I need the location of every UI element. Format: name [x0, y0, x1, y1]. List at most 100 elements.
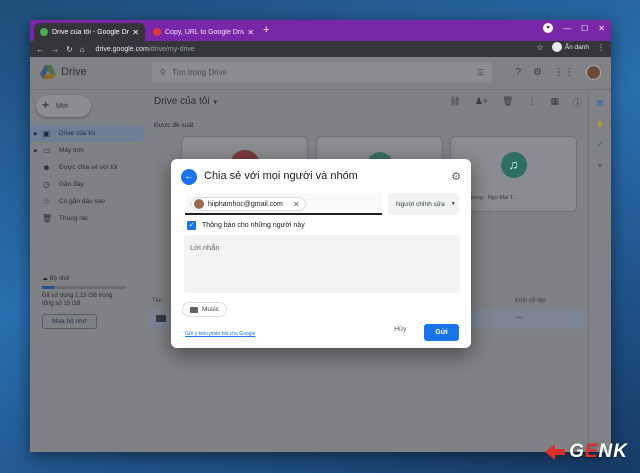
column-name[interactable]: Tên	[152, 298, 162, 304]
new-button-label: Mới	[56, 102, 68, 110]
tab-copy-url[interactable]: Copy, URL to Google Drive ✕	[147, 23, 260, 41]
sidebar-item-label: Thùng rác	[59, 215, 89, 222]
storage-bar-fill	[42, 286, 54, 289]
bookmark-star-icon[interactable]: ☆	[537, 43, 544, 52]
info-icon[interactable]: ⓘ	[573, 96, 582, 109]
dialog-title: Chia sẻ với mọi người và nhóm	[204, 170, 358, 182]
star-icon: ☆	[42, 197, 51, 206]
add-addon-icon[interactable]: +	[598, 161, 603, 170]
drive-header: Drive ⚲ Tìm trong Drive ☰ ? ⚙ ⋮⋮	[30, 57, 611, 90]
window-controls: ● — ☐ ✕	[543, 23, 605, 33]
profile-icon[interactable]: ●	[543, 23, 554, 33]
expand-caret-icon[interactable]: ▶	[34, 148, 38, 154]
incognito-label: Ẩn danh	[564, 43, 589, 51]
maximize-button[interactable]: ☐	[581, 24, 588, 33]
cancel-button[interactable]: Hủy	[394, 326, 406, 333]
keep-icon[interactable]: ▮	[598, 119, 602, 128]
browser-toolbar: ← → ↻ ⌂ drive.google.com/drive/my-drive …	[30, 41, 611, 57]
share-settings-icon[interactable]: ⚙	[451, 170, 461, 183]
remove-invitee-icon[interactable]: ✕	[293, 200, 300, 209]
role-select[interactable]: Người chỉnh sửa ▼	[388, 193, 459, 215]
invitee-avatar	[194, 199, 204, 209]
delete-icon[interactable]: 🗑	[502, 96, 513, 109]
extension-favicon-icon	[153, 28, 161, 36]
link-icon[interactable]: ⛓	[449, 96, 460, 109]
plus-icon: +	[42, 98, 50, 112]
add-person-icon[interactable]: ♟+	[475, 96, 488, 109]
storage-section: ☁ Bộ nhớ Đã sử dụng 2,15 GB trong tổng s…	[42, 275, 126, 329]
main-toolbar: ⛓ ♟+ 🗑 ⋮ ▦ ⓘ	[449, 96, 582, 109]
search-placeholder: Tìm trong Drive	[171, 68, 227, 77]
minimize-button[interactable]: —	[563, 24, 571, 33]
tab-close-icon[interactable]: ✕	[247, 28, 254, 37]
help-icon[interactable]: ?	[515, 67, 521, 78]
close-window-button[interactable]: ✕	[598, 24, 605, 33]
storage-title[interactable]: ☁ Bộ nhớ	[42, 275, 126, 282]
shared-item-chip: Music	[182, 302, 227, 317]
settings-icon[interactable]: ⚙	[533, 67, 542, 78]
clock-icon: ◷	[43, 180, 50, 189]
avatar[interactable]	[586, 65, 601, 80]
drive-logo-icon	[40, 65, 56, 79]
tasks-icon[interactable]: ✓	[597, 140, 604, 149]
sidebar-item-shared[interactable]: ☻ Được chia sẻ với tôi	[30, 159, 145, 176]
sidebar: + Mới ▶ ▣ Drive của tôi ▶ ▭ Máy tính ☻ Được c…	[30, 90, 148, 452]
back-icon[interactable]: ←	[36, 45, 44, 54]
sidebar-item-my-drive[interactable]: ▶ ▣ Drive của tôi	[30, 125, 145, 142]
column-size[interactable]: Kích cỡ tệp	[515, 298, 546, 304]
storage-label: Bộ nhớ	[49, 276, 70, 282]
notify-option: ✓ Thông báo cho những người này	[187, 221, 305, 230]
drive-favicon-icon	[40, 28, 48, 36]
row-size: —	[516, 315, 522, 321]
new-tab-button[interactable]: +	[263, 24, 269, 36]
calendar-icon[interactable]: ▦	[596, 98, 604, 107]
apps-grid-icon[interactable]: ⋮⋮	[554, 67, 574, 78]
drive-logo[interactable]: Drive	[40, 65, 87, 79]
search-options-icon[interactable]: ☰	[477, 68, 484, 77]
sidebar-item-label: Drive của tôi	[59, 130, 96, 137]
invitee-input[interactable]: hiiphamhoc@gmail.com ✕	[185, 193, 382, 215]
reload-icon[interactable]: ↻	[66, 45, 73, 54]
more-icon[interactable]: ⋮	[527, 96, 536, 109]
address-bar[interactable]: drive.google.com/drive/my-drive	[96, 46, 195, 53]
notify-checkbox[interactable]: ✓	[187, 221, 196, 230]
send-button[interactable]: Gửi	[424, 324, 459, 341]
message-field[interactable]: Lời nhắn	[184, 235, 460, 293]
shared-item-name: Music	[202, 306, 219, 313]
tab-my-drive[interactable]: Drive của tôi - Google Drive ✕	[34, 23, 145, 41]
role-value: Người chỉnh sửa	[396, 200, 445, 208]
tab-close-icon[interactable]: ✕	[132, 28, 139, 37]
menu-dots-icon[interactable]: ⋮	[597, 43, 605, 52]
grid-view-icon[interactable]: ▦	[550, 96, 559, 109]
storage-used-text: Đã sử dụng 2,15 GB trong tổng số 15 GB	[42, 293, 113, 307]
sidebar-item-recent[interactable]: ◷ Gần đây	[30, 176, 145, 193]
page-title[interactable]: Drive của tôi ▼	[154, 96, 218, 107]
music-icon: ♫	[500, 152, 527, 178]
side-panel: ▦ ▮ ✓ +	[588, 90, 611, 452]
chevron-down-icon: ▼	[212, 100, 219, 106]
notify-label: Thông báo cho những người này	[202, 222, 305, 229]
invitee-chip[interactable]: hiiphamhoc@gmail.com ✕	[191, 197, 306, 211]
tab-title: Drive của tôi - Google Drive	[52, 28, 130, 36]
feedback-link[interactable]: Gửi ý kiến phản hồi cho Google	[185, 331, 255, 337]
sidebar-item-trash[interactable]: 🗑 Thùng rác	[30, 210, 145, 227]
back-button[interactable]: ←	[181, 169, 197, 185]
sidebar-item-computers[interactable]: ▶ ▭ Máy tính	[30, 142, 145, 159]
forward-icon[interactable]: →	[51, 45, 59, 54]
incognito-indicator[interactable]: Ẩn danh	[551, 42, 589, 52]
trash-icon: 🗑	[42, 214, 53, 223]
tab-bar: Drive của tôi - Google Drive ✕ Copy, URL…	[30, 20, 611, 41]
tab-title: Copy, URL to Google Drive	[165, 28, 245, 36]
folder-icon	[190, 306, 198, 313]
cloud-icon: ☁	[42, 276, 48, 282]
suggested-heading: Được đề xuất	[154, 122, 194, 129]
storage-bar	[42, 286, 126, 289]
home-icon[interactable]: ⌂	[80, 45, 85, 54]
sidebar-item-starred[interactable]: ☆ Có gắn dấu sao	[30, 193, 145, 210]
new-button[interactable]: + Mới	[36, 95, 91, 117]
sidebar-item-label: Gần đây	[59, 181, 84, 188]
buy-storage-button[interactable]: Mua bộ nhớ	[42, 314, 97, 329]
drive-logo-text: Drive	[61, 66, 87, 78]
expand-caret-icon[interactable]: ▶	[34, 131, 38, 137]
search-input[interactable]: ⚲ Tìm trong Drive ☰	[152, 62, 492, 83]
